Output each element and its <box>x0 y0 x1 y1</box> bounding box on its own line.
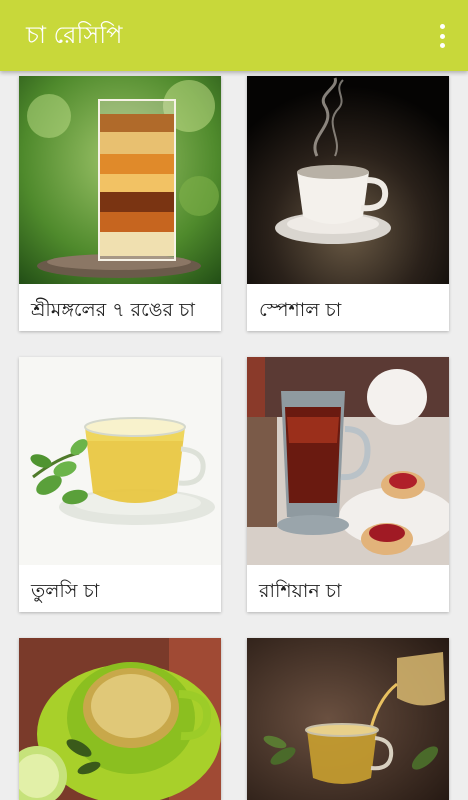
app-bar: চা রেসিপি <box>0 0 468 71</box>
herbal-tea-pour-photo <box>247 638 449 800</box>
russian-tea-photo <box>247 357 449 565</box>
recipe-card-3[interactable]: তুলসি চা <box>19 357 221 612</box>
green-tea-cup-photo <box>19 638 221 800</box>
recipe-card-1[interactable]: শ্রীমঙ্গলের ৭ রঙের চা <box>19 76 221 331</box>
tulsi-tea-photo <box>19 357 221 565</box>
recipe-card-6[interactable] <box>247 638 449 800</box>
special-tea-cup-photo <box>247 76 449 284</box>
seven-layer-tea-photo <box>19 76 221 284</box>
more-vert-icon[interactable] <box>430 22 454 50</box>
recipe-card-label: তুলসি চা <box>31 580 100 602</box>
recipe-card-label: স্পেশাল চা <box>259 299 342 321</box>
app-title: চা রেসিপি <box>26 21 123 49</box>
recipe-card-label: শ্রীমঙ্গলের ৭ রঙের চা <box>31 299 195 321</box>
recipe-card-2[interactable]: স্পেশাল চা <box>247 76 449 331</box>
recipe-card-label: রাশিয়ান চা <box>259 580 342 602</box>
recipe-card-5[interactable] <box>19 638 221 800</box>
recipe-card-4[interactable]: রাশিয়ান চা <box>247 357 449 612</box>
